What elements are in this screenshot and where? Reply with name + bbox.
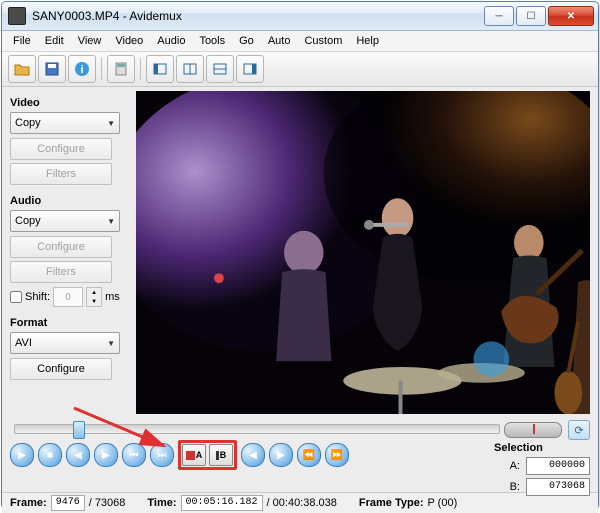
toolbar: i [2, 52, 598, 87]
maximize-button[interactable]: ☐ [516, 6, 546, 26]
toolbar-layout3-button[interactable] [206, 55, 234, 83]
format-configure-button[interactable]: Configure [10, 358, 112, 380]
timeline-slider[interactable] [14, 424, 500, 434]
marker-buttons-highlight: A B [178, 440, 237, 470]
format-section-label: Format [10, 317, 128, 329]
set-marker-b-button[interactable]: B [209, 444, 233, 466]
set-marker-a-button[interactable]: A [182, 444, 206, 466]
menubar: File Edit View Video Audio Tools Go Auto… [2, 31, 598, 52]
menu-custom[interactable]: Custom [297, 33, 349, 49]
goto-marker-b-button[interactable]: ▶ [269, 443, 293, 467]
menu-view[interactable]: View [71, 33, 109, 49]
app-icon [8, 7, 26, 25]
transport-panel: ⟳ ▶ ■ ◀ ▶ ⏮ ⏭ A B ◀ ▶ ⏪ ⏩ Selection A: 00… [2, 418, 598, 492]
selection-b-value[interactable]: 073068 [526, 478, 590, 496]
chevron-down-icon: ▼ [107, 339, 115, 348]
stop-button[interactable]: ■ [38, 443, 62, 467]
menu-file[interactable]: File [6, 33, 38, 49]
prev-black-frame-button[interactable]: ⏪ [297, 443, 321, 467]
shift-value-input[interactable]: 0 [53, 287, 83, 307]
minimize-button[interactable]: ─ [484, 6, 514, 26]
video-preview[interactable] [136, 91, 590, 414]
toolbar-layout1-button[interactable] [146, 55, 174, 83]
toolbar-separator [101, 58, 102, 80]
chevron-down-icon: ▼ [107, 119, 115, 128]
toolbar-separator [140, 58, 141, 80]
bar-icon [216, 451, 219, 460]
frametype-label: Frame Type: [359, 497, 424, 509]
svg-text:i: i [80, 64, 83, 76]
next-keyframe-button[interactable]: ⏭ [150, 443, 174, 467]
shift-unit: ms [105, 291, 120, 303]
shift-spinner[interactable]: ▲▼ [86, 287, 102, 307]
flag-icon [186, 451, 195, 460]
chevron-down-icon: ▼ [107, 217, 115, 226]
menu-edit[interactable]: Edit [38, 33, 71, 49]
selection-a-label: A: [510, 460, 520, 472]
video-configure-button[interactable]: Configure [10, 138, 112, 160]
window-title: SANY0003.MP4 - Avidemux [32, 9, 484, 23]
format-select[interactable]: AVI▼ [10, 332, 120, 354]
menu-auto[interactable]: Auto [261, 33, 298, 49]
audio-filters-button[interactable]: Filters [10, 261, 112, 283]
frame-total: / 73068 [89, 497, 126, 509]
selection-label: Selection [494, 442, 590, 454]
video-codec-select[interactable]: Copy▼ [10, 112, 120, 134]
audio-section-label: Audio [10, 195, 128, 207]
sidebar: Video Copy▼ Configure Filters Audio Copy… [2, 87, 136, 418]
prev-frame-button[interactable]: ◀ [66, 443, 90, 467]
toolbar-layout4-button[interactable] [236, 55, 264, 83]
loop-button[interactable]: ⟳ [568, 420, 590, 440]
time-total: / 00:40:38.038 [267, 497, 337, 509]
menu-audio[interactable]: Audio [150, 33, 192, 49]
frametype-value: P (00) [427, 497, 457, 509]
video-preview-pane [136, 87, 598, 418]
next-frame-button[interactable]: ▶ [94, 443, 118, 467]
shift-checkbox[interactable] [10, 291, 22, 303]
jog-wheel[interactable] [504, 422, 562, 438]
selection-panel: Selection A: 000000 B: 073068 [494, 442, 590, 499]
selection-a-value[interactable]: 000000 [526, 457, 590, 475]
time-label: Time: [147, 497, 176, 509]
audio-codec-select[interactable]: Copy▼ [10, 210, 120, 232]
prev-keyframe-button[interactable]: ⏮ [122, 443, 146, 467]
shift-label: Shift: [25, 291, 50, 303]
frame-label: Frame: [10, 497, 47, 509]
audio-configure-button[interactable]: Configure [10, 236, 112, 258]
menu-help[interactable]: Help [349, 33, 386, 49]
toolbar-open-button[interactable] [8, 55, 36, 83]
titlebar[interactable]: SANY0003.MP4 - Avidemux ─ ☐ ✕ [2, 2, 598, 31]
toolbar-layout2-button[interactable] [176, 55, 204, 83]
video-filters-button[interactable]: Filters [10, 163, 112, 185]
menu-video[interactable]: Video [108, 33, 150, 49]
play-button[interactable]: ▶ [10, 443, 34, 467]
toolbar-calculator-button[interactable] [107, 55, 135, 83]
toolbar-info-button[interactable]: i [68, 55, 96, 83]
video-section-label: Video [10, 97, 128, 109]
next-black-frame-button[interactable]: ⏩ [325, 443, 349, 467]
close-button[interactable]: ✕ [548, 6, 594, 26]
selection-b-label: B: [510, 481, 520, 493]
menu-tools[interactable]: Tools [192, 33, 232, 49]
toolbar-save-button[interactable] [38, 55, 66, 83]
app-window: SANY0003.MP4 - Avidemux ─ ☐ ✕ File Edit … [1, 1, 599, 508]
timeline-thumb[interactable] [73, 421, 85, 439]
goto-marker-a-button[interactable]: ◀ [241, 443, 265, 467]
menu-go[interactable]: Go [232, 33, 261, 49]
